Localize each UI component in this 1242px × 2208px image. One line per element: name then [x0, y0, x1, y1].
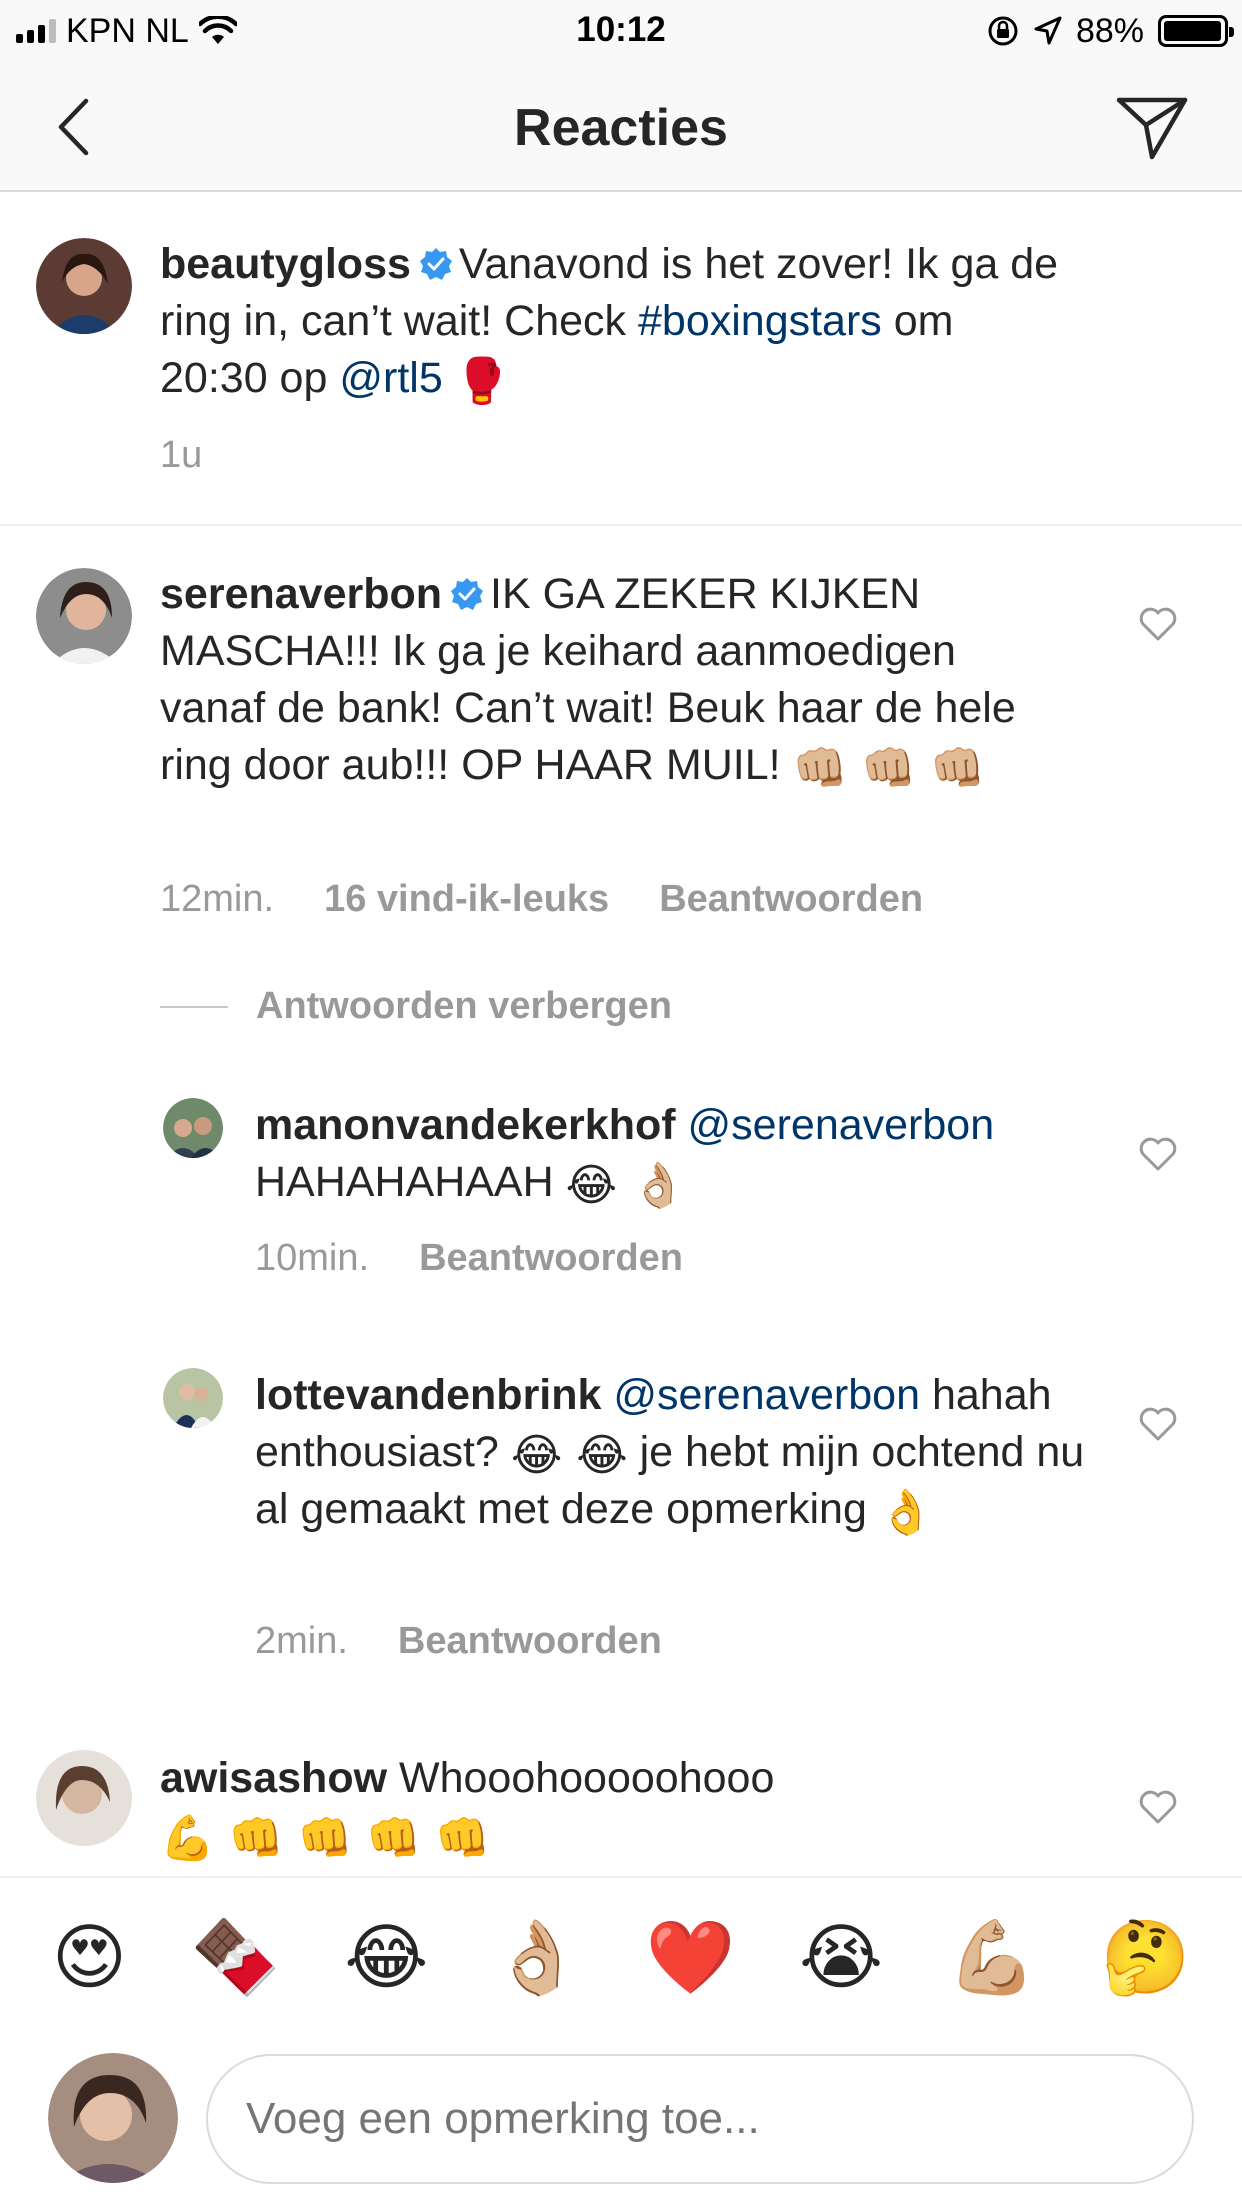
- verified-badge-icon: [451, 578, 484, 610]
- comment-body: Whooohooooohooo: [398, 1754, 775, 1802]
- current-user-avatar: [48, 2053, 178, 2183]
- reply-emojis-end: 👌: [878, 1487, 934, 1538]
- divider: [0, 524, 1242, 526]
- comment-time: 12min.: [160, 878, 275, 920]
- status-right: 88%: [986, 10, 1234, 52]
- reply-username[interactable]: manonvandekerkhof: [255, 1101, 676, 1149]
- comment-composer: [0, 2036, 1242, 2208]
- reply-button[interactable]: Beantwoorden: [398, 1620, 662, 1663]
- mention-link[interactable]: @serenaverbon: [613, 1371, 920, 1419]
- share-button[interactable]: [1114, 90, 1190, 166]
- likes-count-link[interactable]: 16 vind-ik-leuks: [324, 878, 609, 921]
- hashtag-link[interactable]: #boxingstars: [638, 297, 882, 345]
- page-title: Reacties: [514, 99, 728, 157]
- mention-link[interactable]: @serenaverbon: [688, 1101, 995, 1149]
- hide-replies-line: [160, 1005, 228, 1008]
- comment-awisashow: awisashow Whooohooooohooo 💪 👊 👊 👊 👊: [160, 1750, 1060, 1864]
- comment-emojis: 💪 👊 👊 👊 👊: [160, 1813, 490, 1864]
- status-bar: KPN NL 10:12 88%: [0, 0, 1242, 62]
- avatar-awisashow[interactable]: [36, 1750, 132, 1846]
- caption-emoji: 🥊: [454, 356, 510, 407]
- reply-emojis: 😂 😂: [510, 1430, 628, 1481]
- heart-icon[interactable]: [1138, 604, 1178, 644]
- reply-body: HAHAHAHAAH: [255, 1158, 554, 1206]
- battery-percent: 88%: [1075, 11, 1144, 50]
- emoji-button[interactable]: 💪🏼: [947, 1917, 1037, 1997]
- heart-icon[interactable]: [1138, 1404, 1178, 1444]
- emoji-quick-bar: 😍 🍫 😂 👌🏼 ❤️ 😭 💪🏼 🤔: [0, 1876, 1242, 2036]
- caption-text: beautygloss Vanavond is het zover! Ik ga …: [160, 236, 1060, 407]
- lock-rotation-icon: [988, 16, 1018, 46]
- reply-lottevandenbrink: lottevandenbrink @serenaverbon hahah ent…: [255, 1367, 1115, 1538]
- reply-time: 10min.: [255, 1237, 370, 1279]
- avatar-serenaverbon[interactable]: [36, 568, 132, 664]
- hide-replies-button[interactable]: Antwoorden verbergen: [160, 985, 672, 1028]
- avatar-manonvandekerkhof[interactable]: [163, 1098, 223, 1158]
- reply-meta: 10min. Beantwoorden: [255, 1237, 683, 1280]
- comment-username[interactable]: awisashow: [160, 1754, 387, 1802]
- location-icon: [1034, 16, 1062, 45]
- heart-icon[interactable]: [1138, 1134, 1178, 1174]
- reply-manonvandekerkhof: manonvandekerkhof @serenaverbon HAHAHAHA…: [255, 1097, 1115, 1211]
- emoji-button[interactable]: 🤔: [1100, 1917, 1190, 1997]
- emoji-button[interactable]: 🍫: [191, 1917, 281, 1997]
- reply-button[interactable]: Beantwoorden: [659, 878, 923, 921]
- emoji-button[interactable]: ❤️: [646, 1917, 736, 1997]
- caption-time: 1u: [160, 434, 203, 476]
- caption-meta: 1u: [160, 434, 202, 477]
- caption-username[interactable]: beautygloss: [160, 240, 411, 288]
- reply-username[interactable]: lottevandenbrink: [255, 1371, 601, 1419]
- verified-badge-icon: [419, 248, 452, 280]
- comment-emojis: 👊🏼 👊🏼 👊🏼: [792, 743, 985, 794]
- comment-input[interactable]: [206, 2054, 1194, 2184]
- comment-serenaverbon: serenaverbon IK GA ZEKER KIJKEN MASCHA!!!…: [160, 566, 1060, 794]
- send-direct-icon: [1116, 97, 1188, 160]
- comment-username[interactable]: serenaverbon: [160, 570, 442, 618]
- comment-meta: 12min. 16 vind-ik-leuks Beantwoorden: [160, 878, 923, 921]
- mention-link[interactable]: @rtl5: [339, 354, 442, 402]
- emoji-button[interactable]: 😭: [799, 1917, 883, 1997]
- heart-icon[interactable]: [1138, 1787, 1178, 1827]
- reply-time: 2min.: [255, 1620, 348, 1662]
- navigation-bar: Reacties: [0, 62, 1242, 192]
- avatar-beautygloss[interactable]: [36, 238, 132, 334]
- battery-icon: [1158, 15, 1234, 47]
- reply-emojis: 😂 👌🏼: [565, 1160, 686, 1211]
- emoji-button[interactable]: 😂: [344, 1917, 428, 1997]
- avatar-lottevandenbrink[interactable]: [163, 1368, 223, 1428]
- emoji-button[interactable]: 😍: [52, 1917, 127, 1997]
- reply-button[interactable]: Beantwoorden: [419, 1237, 683, 1280]
- reply-meta: 2min. Beantwoorden: [255, 1620, 662, 1663]
- hide-replies-label: Antwoorden verbergen: [256, 985, 672, 1027]
- emoji-button[interactable]: 👌🏼: [492, 1917, 582, 1997]
